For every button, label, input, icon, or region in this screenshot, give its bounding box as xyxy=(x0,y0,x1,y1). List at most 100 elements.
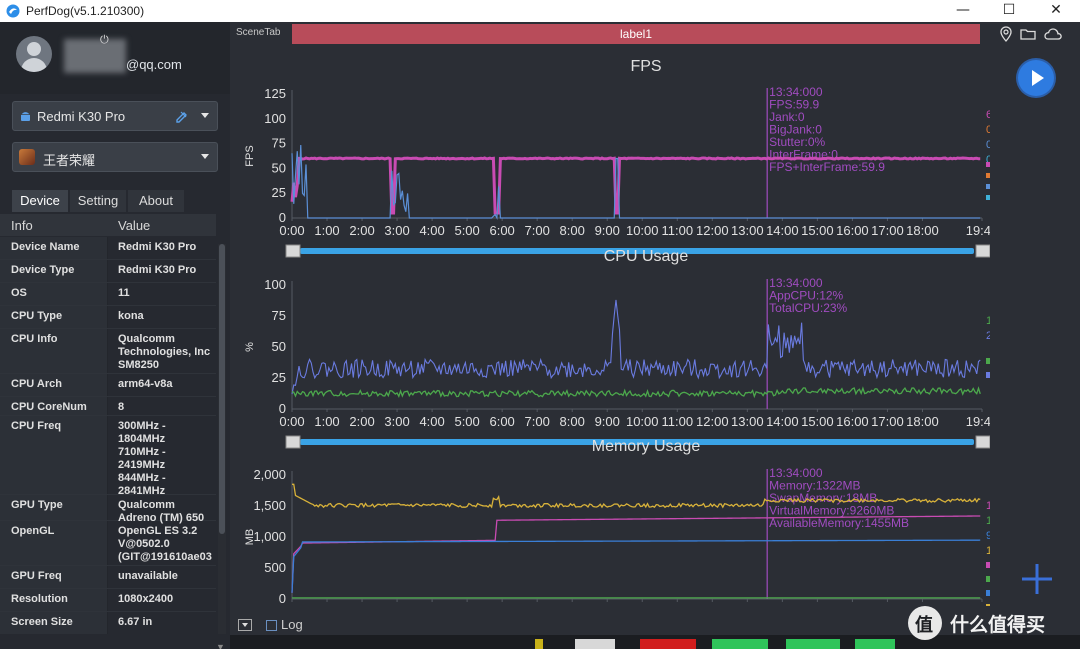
scrollbar-thumb[interactable] xyxy=(219,244,225,534)
folder-icon[interactable] xyxy=(1020,26,1036,42)
info-key: GPU Freq xyxy=(0,566,108,588)
x-tick-label: 8:00 xyxy=(560,414,585,429)
close-button[interactable]: ✕ xyxy=(1033,0,1079,22)
x-tick-label: 3:00 xyxy=(384,604,409,606)
x-tick-label: 19:42 xyxy=(966,223,990,238)
taskbar-item xyxy=(712,639,768,649)
info-value: kona xyxy=(118,310,144,322)
maximize-button[interactable]: ☐ xyxy=(986,0,1032,22)
x-tick-label: 16:00 xyxy=(836,414,869,429)
app-select[interactable]: 王者荣耀 xyxy=(12,142,218,172)
y-tick-label: 2,000 xyxy=(253,467,286,482)
y-axis-label: % xyxy=(244,342,256,352)
tab-about[interactable]: About xyxy=(128,190,184,212)
power-icon[interactable]: ⏻ xyxy=(100,34,109,47)
x-tick-label: 18:00 xyxy=(906,223,939,238)
y-tick-label: 25 xyxy=(272,185,286,200)
slider-handle-left xyxy=(285,435,301,449)
x-tick-label: 17:00 xyxy=(871,414,904,429)
x-tick-label: 12:00 xyxy=(696,414,729,429)
x-tick-label: 1:00 xyxy=(314,223,339,238)
y-tick-label: 50 xyxy=(272,339,286,354)
minimize-button[interactable]: — xyxy=(940,0,986,22)
info-key: CPU Freq xyxy=(0,416,108,494)
scene-label-bar[interactable]: label1 xyxy=(292,24,980,44)
x-tick-label: 10:00 xyxy=(626,223,659,238)
slider-handle-left xyxy=(285,244,301,258)
tab-device[interactable]: Device xyxy=(12,190,68,212)
app-select-value: 王者荣耀 xyxy=(43,153,96,168)
x-tick-label: 13:00 xyxy=(731,414,764,429)
log-checkbox[interactable] xyxy=(266,620,277,631)
x-tick-label: 12:00 xyxy=(696,604,729,606)
x-tick-label: 19:42 xyxy=(966,414,990,429)
x-tick-label: 0:00 xyxy=(279,414,304,429)
y-tick-label: 50 xyxy=(272,160,286,175)
chart-title: Memory Usage xyxy=(592,438,701,455)
legend-current-value: 9215MB xyxy=(986,530,990,542)
x-tick-label: 3:00 xyxy=(384,414,409,429)
x-tick-label: 4:00 xyxy=(419,414,444,429)
x-tick-label: 2:00 xyxy=(349,414,374,429)
virtual-memory-series xyxy=(291,539,981,593)
avatar-head xyxy=(27,42,41,56)
perfdog-window: PerfDog(v5.1.210300) — ☐ ✕ ⏻ @qq.com Red… xyxy=(0,0,1080,649)
x-tick-label: 6:00 xyxy=(489,223,514,238)
legend-swatch xyxy=(986,590,990,596)
x-tick-label: 13:00 xyxy=(731,223,764,238)
chart-panel: SceneTab label1 FPS FPS 0 25 50 75 100 125 0:00 1… xyxy=(230,22,1080,649)
x-tick-label: 15:00 xyxy=(801,223,834,238)
info-row: CPU CoreNum 8 xyxy=(0,397,216,416)
location-icon[interactable] xyxy=(998,26,1014,42)
device-select[interactable]: Redmi K30 Pro xyxy=(12,101,218,131)
game-icon xyxy=(19,149,35,165)
avatar-body xyxy=(21,58,47,72)
info-key: Device Type xyxy=(0,260,108,282)
x-tick-label: 12:00 xyxy=(696,223,729,238)
x-tick-label: 3:00 xyxy=(384,223,409,238)
avatar[interactable] xyxy=(16,36,52,72)
y-tick-label: 1,000 xyxy=(253,529,286,544)
add-icon[interactable] xyxy=(1020,562,1054,596)
x-tick-label: 10:00 xyxy=(626,604,659,606)
legend-swatch xyxy=(986,195,990,200)
app-logo-icon xyxy=(6,4,20,18)
x-tick-label: 9:00 xyxy=(595,604,620,606)
scroll-down-icon[interactable]: ▼ xyxy=(216,642,225,649)
y-tick-label: 25 xyxy=(272,370,286,385)
user-row: ⏻ @qq.com xyxy=(0,22,230,94)
left-panel: ⏻ @qq.com Redmi K30 Pro 王者荣耀 Device Sett… xyxy=(0,22,230,649)
cloud-icon[interactable] xyxy=(1043,26,1063,42)
scene-tab-label[interactable]: SceneTab xyxy=(236,27,280,38)
legend-swatch xyxy=(986,173,990,178)
x-tick-label: 11:00 xyxy=(661,604,693,606)
taskbar-item xyxy=(535,639,543,649)
y-tick-label: 125 xyxy=(264,86,286,101)
tab-setting[interactable]: Setting xyxy=(70,190,126,212)
watermark: 什么值得买 xyxy=(908,606,1076,640)
x-tick-label: 11:00 xyxy=(661,223,693,238)
collapse-button[interactable] xyxy=(238,619,252,631)
legend-current-value: 1334MB xyxy=(986,500,990,512)
info-scrollbar[interactable] xyxy=(218,244,226,634)
legend-current-value: 10% xyxy=(986,315,990,327)
cursor-annotation: TotalCPU:23% xyxy=(769,301,847,315)
play-button[interactable] xyxy=(1018,60,1054,96)
info-key: Device Name xyxy=(0,237,108,259)
x-tick-label: 5:00 xyxy=(454,414,479,429)
info-value: 6.67 in xyxy=(118,616,153,628)
x-tick-label: 9:00 xyxy=(595,223,620,238)
info-row: CPU Arch arm64-v8a xyxy=(0,374,216,397)
x-tick-label: 2:00 xyxy=(349,604,374,606)
edit-icon[interactable] xyxy=(175,109,189,123)
chart-title: FPS xyxy=(630,58,661,75)
legend-current-value: 1589MB xyxy=(986,545,990,557)
x-tick-label: 17:00 xyxy=(871,604,904,606)
log-label: Log xyxy=(281,617,303,632)
totalcpu-series xyxy=(291,299,981,395)
info-key: OS xyxy=(0,283,108,305)
legend-current-value: 60 xyxy=(986,109,990,121)
blurred-username xyxy=(64,39,126,73)
info-row: Screen Size 6.67 in xyxy=(0,612,216,634)
x-tick-label: 14:00 xyxy=(766,223,799,238)
